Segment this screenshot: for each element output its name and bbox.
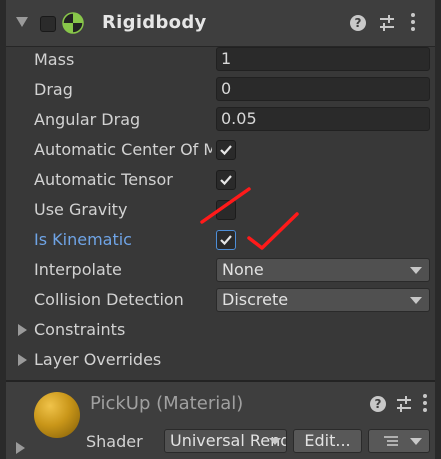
collision-detection-dropdown[interactable]: Discrete [216,288,430,312]
red-check-mark [247,212,299,250]
drag-field[interactable]: 0 [216,77,430,101]
material-section: PickUp (Material) ? Shader Universal Ren… [6,382,435,459]
checkmark-icon [220,235,232,246]
material-presets-icon[interactable] [394,394,414,414]
rigidbody-header[interactable]: Rigidbody ? [6,0,435,47]
list-icon [384,436,398,446]
kebab-menu-icon[interactable] [410,13,416,33]
angular-drag-label: Angular Drag [34,110,141,129]
presets-icon[interactable] [377,13,397,33]
rigidbody-icon [62,12,84,34]
inspector-panel: Rigidbody ? Mass 1 Drag 0 Angular Drag 0… [0,0,441,459]
edit-shader-button[interactable]: Edit... [293,429,362,453]
checkmark-icon [220,175,232,186]
dropdown-arrow-icon [410,267,422,274]
material-preview-sphere [34,392,80,438]
collision-detection-label: Collision Detection [34,290,184,309]
use-gravity-label: Use Gravity [34,200,128,219]
dropdown-arrow-icon [410,297,422,304]
help-icon[interactable]: ? [350,15,366,31]
fold-down-icon[interactable] [16,17,28,27]
mass-label: Mass [34,50,75,69]
checkmark-icon [220,145,232,156]
dropdown-arrow-icon [269,438,281,445]
constraints-foldout[interactable]: Constraints [34,320,212,339]
automatic-center-of-mass-checkbox[interactable] [216,140,236,160]
component-enable-toggle[interactable] [40,16,56,32]
angular-drag-field[interactable]: 0.05 [216,107,430,131]
automatic-tensor-label: Automatic Tensor [34,170,173,189]
shader-label: Shader [86,432,143,451]
constraints-foldout-icon[interactable] [18,324,27,336]
material-title: PickUp (Material) [90,393,244,414]
material-foldout-icon[interactable] [16,442,25,454]
interpolate-value: None [222,260,264,279]
shader-options-button[interactable] [368,429,430,453]
is-kinematic-label: Is Kinematic [34,230,132,249]
shader-dropdown[interactable]: Universal Render Pipeline/Lit [164,429,287,453]
is-kinematic-checkbox[interactable] [216,230,236,250]
dropdown-arrow-icon [410,438,422,445]
interpolate-label: Interpolate [34,260,122,279]
right-border [435,0,441,459]
collision-detection-value: Discrete [222,290,289,309]
component-title: Rigidbody [102,12,207,33]
drag-label: Drag [34,80,73,99]
use-gravity-checkbox[interactable] [216,200,236,220]
layer-overrides-foldout-icon[interactable] [18,354,27,366]
mass-field[interactable]: 1 [216,47,430,71]
interpolate-dropdown[interactable]: None [216,258,430,282]
material-help-icon[interactable]: ? [370,396,386,412]
material-kebab-icon[interactable] [422,394,428,414]
layer-overrides-foldout[interactable]: Layer Overrides [34,350,212,369]
automatic-tensor-checkbox[interactable] [216,170,236,190]
automatic-center-of-mass-label: Automatic Center Of Mass [34,140,212,159]
